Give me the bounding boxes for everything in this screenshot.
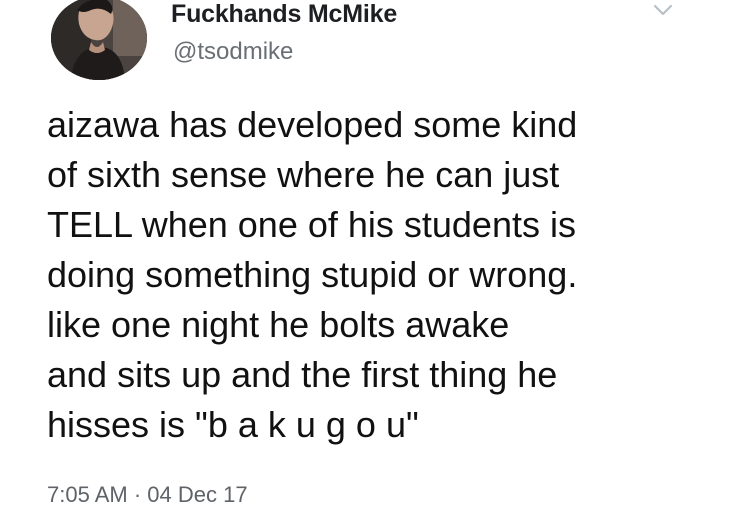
tweet-text: aizawa has developed some kind of sixth … xyxy=(47,100,727,450)
tweet-text-line: of sixth sense where he can just xyxy=(47,154,560,195)
author-handle[interactable]: @tsodmike xyxy=(173,38,293,66)
tweet-text-line: doing something stupid or wrong. xyxy=(47,254,578,295)
tweet-text-line: and sits up and the first thing he xyxy=(47,354,558,395)
tweet-text-line: aizawa has developed some kind xyxy=(47,104,578,145)
author-avatar[interactable] xyxy=(51,0,147,80)
chevron-down-icon[interactable] xyxy=(651,0,675,22)
tweet-card: Fuckhands McMike @tsodmike aizawa has de… xyxy=(0,0,750,531)
tweet-text-line: like one night he bolts awake xyxy=(47,304,510,345)
tweet-timestamp[interactable]: 7:05 AM · 04 Dec 17 xyxy=(47,482,248,508)
avatar-photo-image xyxy=(51,0,147,80)
tweet-text-line: hisses is "b a k u g o u" xyxy=(47,404,419,445)
tweet-text-line: TELL when one of his students is xyxy=(47,204,576,245)
author-display-name[interactable]: Fuckhands McMike xyxy=(171,0,397,29)
